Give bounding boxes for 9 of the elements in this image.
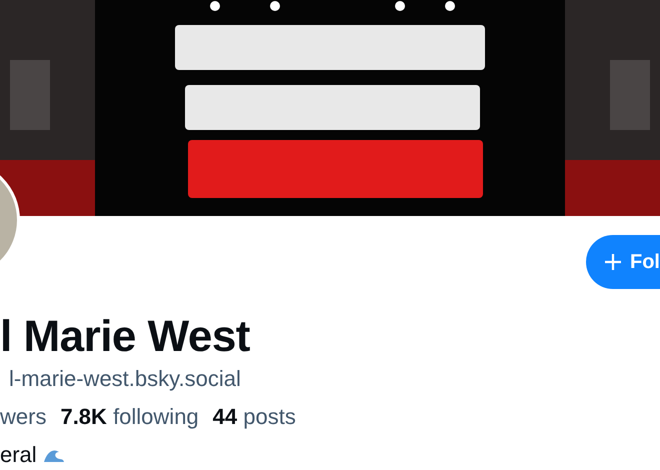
handle: l-marie-west.bsky.social [9,366,242,392]
bio-text: eral [0,442,37,468]
display-name: l Marie West [0,313,251,362]
plus-icon [604,253,622,271]
follow-button[interactable]: Fol [586,235,660,289]
wave-icon [42,448,65,462]
stat-count[interactable]: 7.8K following [60,404,199,430]
stat-count[interactable]: 44 posts [212,404,296,430]
stat-count[interactable]: wers [0,404,46,430]
